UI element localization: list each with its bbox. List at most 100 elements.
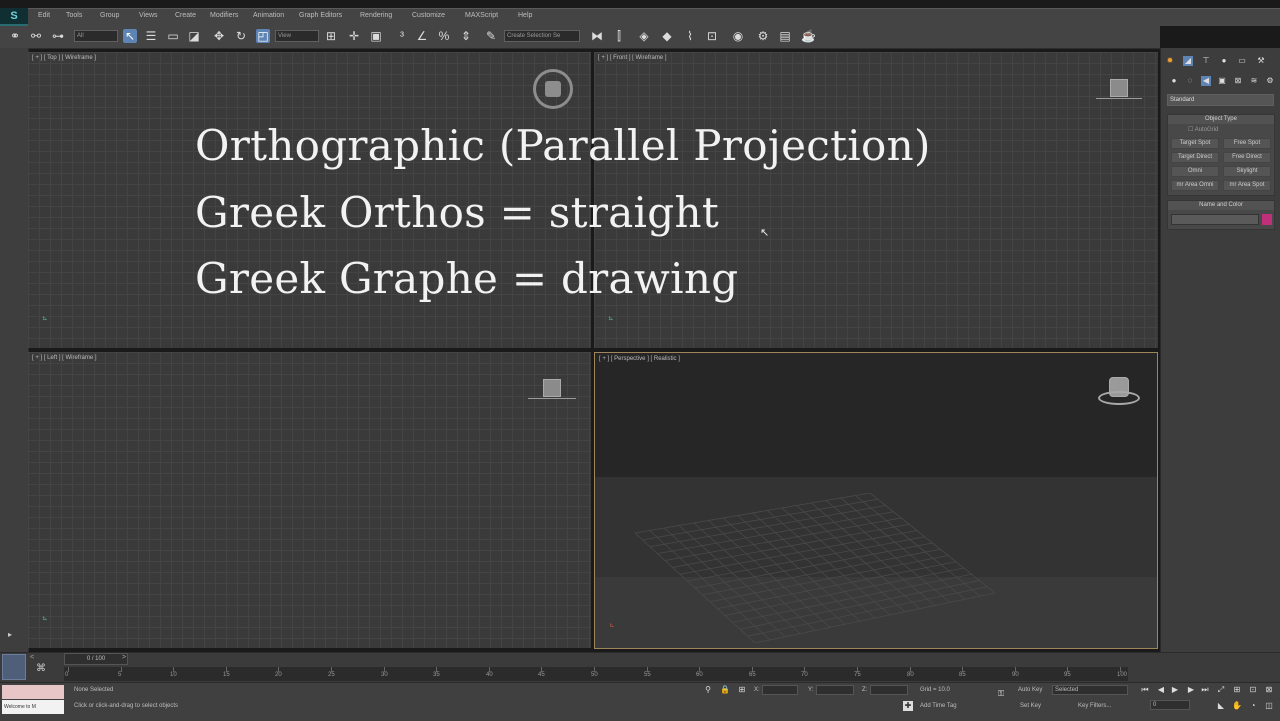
align-icon[interactable]: ⫿ bbox=[612, 29, 626, 43]
material-editor-icon[interactable]: ◉ bbox=[731, 29, 745, 43]
menu-edit[interactable]: Edit bbox=[38, 12, 50, 19]
move-icon[interactable]: ✥ bbox=[212, 29, 226, 43]
mr-area-spot-button[interactable]: mr Area Spot bbox=[1223, 180, 1271, 191]
z-coord-field[interactable] bbox=[870, 685, 908, 695]
mirror-icon[interactable]: ⧓ bbox=[590, 29, 604, 43]
cameras-icon[interactable]: ▣ bbox=[1217, 76, 1227, 86]
omni-button[interactable]: Omni bbox=[1171, 166, 1219, 177]
select-icon[interactable]: ↖ bbox=[123, 29, 137, 43]
target-spot-button[interactable]: Target Spot bbox=[1171, 138, 1219, 149]
zoom-extents-icon[interactable]: ⊡ bbox=[1248, 685, 1258, 695]
menu-create[interactable]: Create bbox=[175, 12, 196, 19]
display-tab-icon[interactable]: ▭ bbox=[1237, 56, 1247, 66]
maxscript-listener-top[interactable] bbox=[2, 685, 64, 699]
set-key-icon[interactable]: ⚿ bbox=[996, 689, 1006, 699]
spinner-snap-icon[interactable]: ⇕ bbox=[459, 29, 473, 43]
track-bar[interactable]: 0 5 10 15 20 25 30 35 40 45 50 55 60 65 70 75 80 85 90 95 10… bbox=[64, 667, 1128, 681]
time-prev-icon[interactable]: < bbox=[30, 654, 34, 661]
mr-area-omni-button[interactable]: mr Area Omni bbox=[1171, 180, 1219, 191]
free-direct-button[interactable]: Free Direct bbox=[1223, 152, 1271, 163]
modify-tab-icon[interactable]: ◢ bbox=[1183, 56, 1193, 66]
render-frame-icon[interactable]: ▤ bbox=[778, 29, 792, 43]
prev-frame-icon[interactable]: ◀ bbox=[1156, 685, 1166, 695]
mini-curve-editor-icon[interactable]: ⌘ bbox=[36, 663, 46, 674]
object-type-title[interactable]: Object Type bbox=[1168, 115, 1274, 124]
reference-coord-dropdown[interactable]: View bbox=[275, 30, 319, 42]
layer-manager-icon[interactable]: ◈ bbox=[637, 29, 651, 43]
key-filters-button[interactable]: Key Filters... bbox=[1078, 703, 1111, 709]
rect-region-icon[interactable]: ▭ bbox=[166, 29, 180, 43]
free-spot-button[interactable]: Free Spot bbox=[1223, 138, 1271, 149]
menu-help[interactable]: Help bbox=[518, 12, 532, 19]
selection-filter-dropdown[interactable]: All bbox=[74, 30, 118, 42]
viewport-left[interactable]: [ + ] [ Left ] [ Wireframe ] ⊾ bbox=[28, 352, 591, 648]
go-end-icon[interactable]: ⏭ bbox=[1200, 685, 1210, 695]
next-frame-icon[interactable]: ▶ bbox=[1186, 685, 1196, 695]
lights-icon[interactable]: ◀ bbox=[1201, 76, 1211, 86]
x-coord-field[interactable] bbox=[762, 685, 798, 695]
lock-selection-icon[interactable]: 🔒 bbox=[720, 685, 730, 695]
current-frame-field[interactable]: 0 bbox=[1150, 700, 1190, 710]
move-snap-icon[interactable]: ✛ bbox=[347, 29, 361, 43]
play-icon[interactable]: ▶ bbox=[1170, 685, 1180, 695]
viewport-top-label[interactable]: [ + ] [ Top ] [ Wireframe ] bbox=[32, 55, 96, 61]
pan-icon[interactable]: ✋ bbox=[1232, 701, 1242, 711]
maxscript-listener-bottom[interactable]: Welcome to M bbox=[2, 700, 64, 714]
window-crossing-icon[interactable]: ◪ bbox=[187, 29, 201, 43]
angle-snap-icon[interactable]: ∠ bbox=[415, 29, 429, 43]
menu-modifiers[interactable]: Modifiers bbox=[210, 12, 238, 19]
maximize-viewport-icon[interactable]: ◫ bbox=[1264, 701, 1274, 711]
percent-snap-icon[interactable]: % bbox=[437, 29, 451, 43]
time-slider[interactable]: 0 / 100 bbox=[64, 653, 128, 665]
create-tab-icon[interactable]: ✹ bbox=[1165, 56, 1175, 66]
autogrid-checkbox[interactable]: ☐ AutoGrid bbox=[1188, 126, 1218, 133]
render-icon[interactable]: ☕ bbox=[801, 29, 816, 43]
menu-tools[interactable]: Tools bbox=[66, 12, 82, 19]
name-color-title[interactable]: Name and Color bbox=[1168, 201, 1274, 210]
viewport-front-label[interactable]: [ + ] [ Front ] [ Wireframe ] bbox=[598, 55, 667, 61]
menu-maxscript[interactable]: MAXScript bbox=[465, 12, 498, 19]
add-time-tag[interactable]: Add Time Tag bbox=[920, 703, 957, 709]
scale-icon[interactable]: ◰ bbox=[256, 29, 270, 43]
target-direct-button[interactable]: Target Direct bbox=[1171, 152, 1219, 163]
unlink-icon[interactable]: ⚯ bbox=[29, 29, 43, 43]
schematic-icon[interactable]: ⊡ bbox=[705, 29, 719, 43]
expand-arrow-icon[interactable]: ▸ bbox=[8, 630, 12, 639]
helpers-icon[interactable]: ⊠ bbox=[1233, 76, 1243, 86]
auto-key-button[interactable]: Auto Key bbox=[1018, 687, 1042, 693]
spacewarps-icon[interactable]: ≋ bbox=[1249, 76, 1259, 86]
viewport-perspective[interactable]: [ + ] [ Perspective ] [ Realistic ] ⊾ bbox=[594, 352, 1158, 649]
set-key-button[interactable]: Set Key bbox=[1020, 703, 1041, 709]
viewport-left-label[interactable]: [ + ] [ Left ] [ Wireframe ] bbox=[32, 355, 97, 361]
zoom-extents-all-icon[interactable]: ⊠ bbox=[1264, 685, 1274, 695]
menu-views[interactable]: Views bbox=[139, 12, 158, 19]
keyboard-icon[interactable]: ▣ bbox=[369, 29, 383, 43]
viewport-perspective-label[interactable]: [ + ] [ Perspective ] [ Realistic ] bbox=[599, 356, 680, 362]
menu-graph-editors[interactable]: Graph Editors bbox=[299, 12, 342, 19]
graphite-icon[interactable]: ◆ bbox=[660, 29, 674, 43]
isolate-icon[interactable]: ⚲ bbox=[703, 685, 713, 695]
app-logo[interactable]: S bbox=[0, 8, 28, 26]
viewcube-top-icon[interactable] bbox=[533, 69, 573, 109]
menu-animation[interactable]: Animation bbox=[253, 12, 284, 19]
object-name-input[interactable] bbox=[1171, 214, 1259, 225]
systems-icon[interactable]: ⚙ bbox=[1265, 76, 1275, 86]
rotate-icon[interactable]: ↻ bbox=[234, 29, 248, 43]
menu-rendering[interactable]: Rendering bbox=[360, 12, 392, 19]
menu-group[interactable]: Group bbox=[100, 12, 119, 19]
menu-customize[interactable]: Customize bbox=[412, 12, 445, 19]
go-start-icon[interactable]: ⏮ bbox=[1140, 685, 1150, 695]
zoom-all-icon[interactable]: ⊞ bbox=[1232, 685, 1242, 695]
render-setup-icon[interactable]: ⚙ bbox=[756, 29, 770, 43]
hierarchy-tab-icon[interactable]: ⊤ bbox=[1201, 56, 1211, 66]
object-color-swatch[interactable] bbox=[1262, 214, 1272, 225]
time-tag-icon[interactable]: ✚ bbox=[903, 701, 913, 711]
named-selection-dropdown[interactable]: Create Selection Se bbox=[504, 30, 580, 42]
viewport-layout-icon[interactable] bbox=[2, 654, 26, 680]
snap-3d-icon[interactable]: ³ bbox=[395, 29, 409, 43]
edit-named-icon[interactable]: ✎ bbox=[484, 29, 498, 43]
fov-icon[interactable]: ◣ bbox=[1216, 701, 1226, 711]
curve-editor-icon[interactable]: ⌇ bbox=[683, 29, 697, 43]
motion-tab-icon[interactable]: ● bbox=[1219, 56, 1229, 66]
zoom-icon[interactable]: ⤢ bbox=[1216, 685, 1226, 695]
